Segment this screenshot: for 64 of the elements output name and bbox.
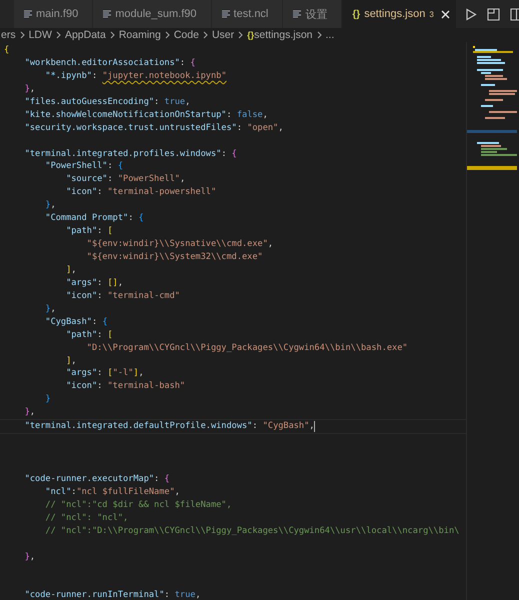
code-line: "terminal.integrated.defaultProfile.windows": "CygBash", <box>24 420 314 434</box>
code-line: "*.ipynb": "jupyter.notebook.ipynb" <box>44 70 227 83</box>
code-line: ], <box>65 354 76 368</box>
breadcrumb-item[interactable]: Code <box>174 29 199 41</box>
chevron-icon <box>316 31 322 39</box>
code-line: "D:\\Program\\CYGncl\\Piggy_Packages\\Cygwin64\\bin\\bash.exe" <box>86 342 408 355</box>
code-line: "icon": "terminal-powershell" <box>65 186 216 200</box>
breadcrumb-item[interactable]: Roaming <box>118 29 161 41</box>
split-editor-icon[interactable] <box>510 8 519 20</box>
breadcrumb-item[interactable]: User <box>212 29 234 41</box>
file-lines-icon <box>24 10 32 18</box>
code-line: "path": [ <box>65 328 113 342</box>
editor-tab[interactable]: 设置 <box>283 0 342 28</box>
code-line: "source": "PowerShell", <box>65 173 186 186</box>
breadcrumb-item[interactable]: {}settings.json <box>247 29 313 41</box>
code-line: "icon": "terminal-cmd" <box>65 290 180 303</box>
code-line: "Command Prompt": { <box>44 212 144 226</box>
code-line: }, <box>24 82 36 96</box>
code-line: "CygBash": { <box>44 316 108 329</box>
code-line: "ncl":"ncl $fullFileName", <box>44 486 180 499</box>
run-icon[interactable] <box>464 8 477 20</box>
chevron-icon <box>20 31 25 39</box>
code-line: // "ncl":"D:\\Program\\CYGncl\\Piggy_Packages\\Cygwin64\\usr\\local\\ncarg\\bin\ <box>44 524 460 538</box>
breadcrumb-item[interactable]: ers <box>1 29 16 41</box>
code-line: "args": ["-l"], <box>65 367 144 380</box>
code-line: } <box>44 393 51 406</box>
breadcrumb-item[interactable]: LDW <box>28 29 52 41</box>
code-line: "icon": "terminal-bash" <box>65 380 186 394</box>
file-lines-icon <box>293 10 302 18</box>
code-line: // "ncl": "ncl", <box>44 512 128 525</box>
chevron-icon <box>110 31 115 39</box>
chevron-icon <box>56 31 61 39</box>
breadcrumb-item[interactable]: ... <box>326 29 334 41</box>
code-line: "PowerShell": { <box>44 160 124 174</box>
code-line: ], <box>65 264 76 277</box>
code-line: "workbench.editorAssociations": { <box>24 56 196 70</box>
code-line: // "ncl":"cd $dir && ncl $fileName", <box>44 498 232 512</box>
close-icon[interactable] <box>440 10 450 18</box>
code-line: "terminal.integrated.profiles.windows": { <box>24 148 237 160</box>
file-lines-icon <box>103 10 112 18</box>
code-line: }, <box>44 199 56 212</box>
code-line: }, <box>24 550 36 564</box>
code-line: "code-runner.runInTerminal": true, <box>24 589 201 600</box>
open-changes-icon[interactable] <box>486 8 500 20</box>
chevron-icon <box>202 31 208 39</box>
code-line: "${env:windir}\\System32\\cmd.exe" <box>86 251 263 264</box>
editor-tab[interactable]: test.ncl <box>212 0 284 28</box>
file-lines-icon <box>222 10 230 18</box>
code-line: "security.workspace.trust.untrustedFiles": "open", <box>24 122 284 135</box>
code-line: "kite.showWelcomeNotificationOnStartup": false, <box>24 108 268 122</box>
code-line: "${env:windir}\\Sysnative\\cmd.exe", <box>86 238 274 252</box>
code-line: }, <box>44 302 56 316</box>
code-line: "files.autoGuessEncoding": true, <box>24 96 190 109</box>
code-line: { <box>4 44 10 57</box>
code-line: "code-runner.executorMap": { <box>24 472 170 486</box>
editor-tab[interactable]: main.f90 <box>14 0 94 28</box>
code-line: "args": [], <box>65 276 124 290</box>
chevron-icon <box>164 31 170 39</box>
editor-tab[interactable]: {} settings.json 3 <box>342 0 457 28</box>
code-line: }, <box>24 406 36 420</box>
breadcrumb-item[interactable]: AppData <box>64 29 106 41</box>
chevron-icon <box>238 31 244 39</box>
editor-tab[interactable]: module_sum.f90 <box>93 0 212 28</box>
code-line: "path": [ <box>65 225 113 238</box>
